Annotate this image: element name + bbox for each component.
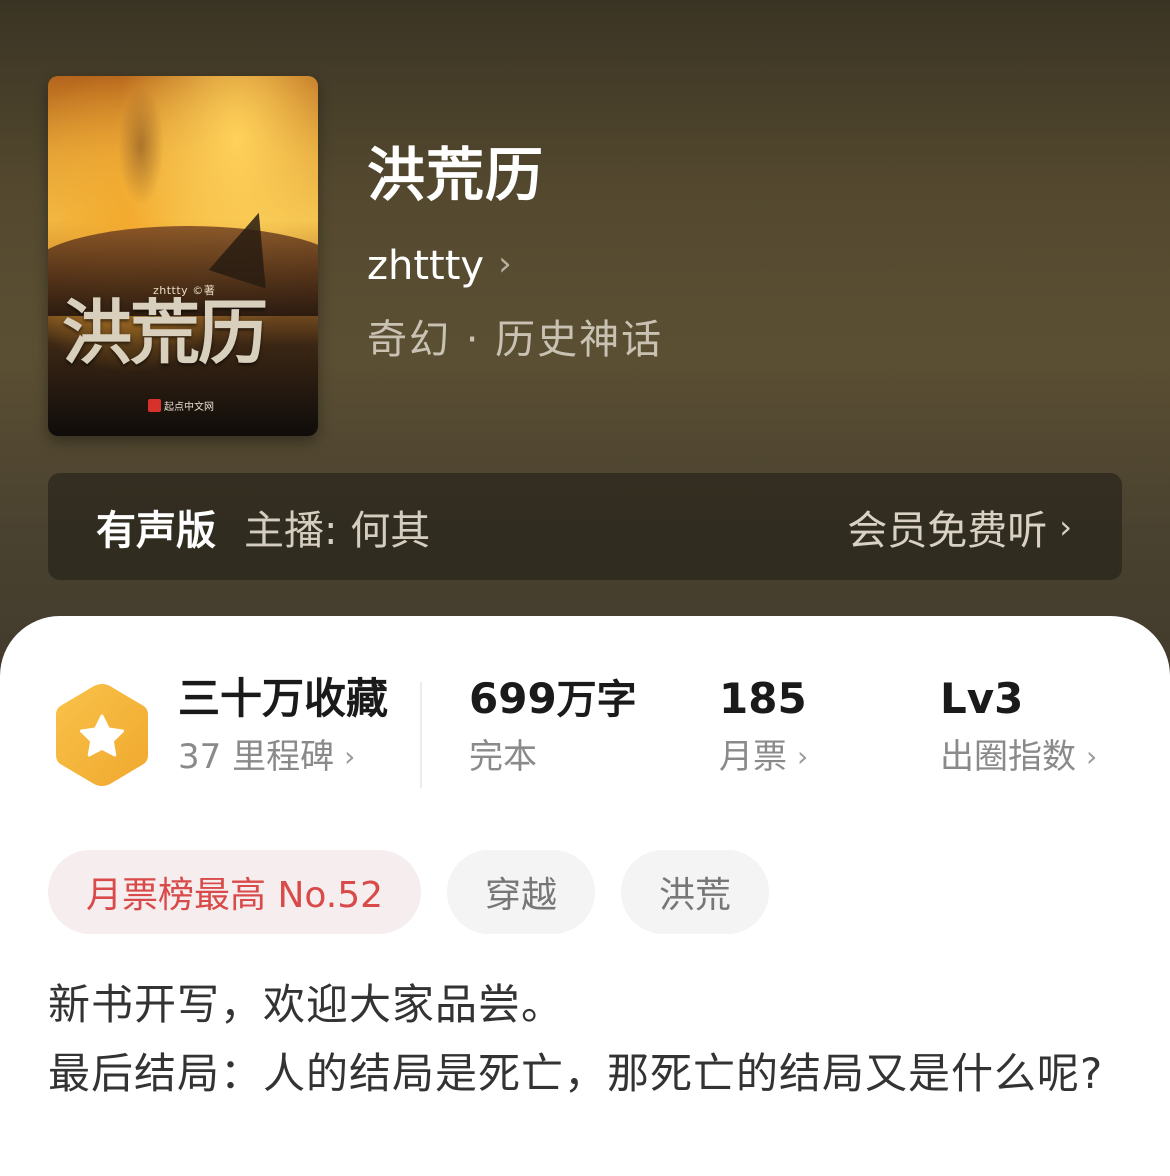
cover-publisher: 起点中文网 (148, 398, 214, 413)
book-cover[interactable]: zhttty ©著 洪荒历 起点中文网 (48, 76, 318, 436)
word-count-value: 699 (469, 674, 557, 723)
book-detail-card: 三十万收藏 37 里程碑 › 699万字 完本 185 月票 › Lv3 出圈指… (0, 616, 1170, 1176)
cover-smoke-art (118, 86, 164, 206)
tag-honghuang[interactable]: 洪荒 (621, 850, 770, 934)
stats-divider (420, 682, 422, 788)
book-title: 洪荒历 (367, 141, 545, 209)
book-genre: 奇幻 · 历史神话 (367, 317, 664, 363)
cover-title-text: 洪荒历 (62, 291, 268, 374)
monthly-ticket-stat[interactable]: 185 月票 › (719, 674, 808, 775)
cover-publisher-text: 起点中文网 (164, 402, 214, 413)
publisher-logo-icon (148, 399, 161, 412)
monthly-ticket-label: 月票 (719, 737, 787, 777)
milestone-link[interactable]: 37 里程碑 › (178, 740, 388, 774)
book-description[interactable]: 新书开写，欢迎大家品尝。 最后结局：人的结局是死亡，那死亡的结局又是什么呢? (48, 970, 1123, 1108)
member-free-listen-label: 会员免费听 (847, 507, 1048, 554)
word-count-stat: 699万字 完本 (469, 677, 637, 775)
member-free-listen-button[interactable]: 会员免费听 › (847, 473, 1072, 580)
milestone-label: 37 里程碑 (178, 737, 335, 777)
popularity-label: 出圈指数 (940, 737, 1076, 777)
author-link[interactable]: zhttty › (367, 246, 512, 286)
chevron-right-icon: › (797, 740, 809, 773)
description-line: 新书开写，欢迎大家品尝。 (48, 980, 565, 1029)
favorites-count: 三十万收藏 (178, 674, 389, 723)
tag-time-travel[interactable]: 穿越 (447, 850, 596, 934)
word-count: 699万字 (469, 677, 637, 723)
popularity-level: Lv3 (940, 674, 1024, 723)
description-line: 最后结局：人的结局是死亡，那死亡的结局又是什么呢? (48, 1049, 1104, 1098)
star-hexagon-icon (56, 684, 148, 786)
tag-rank[interactable]: 月票榜最高 No.52 (48, 850, 422, 934)
book-header: zhttty ©著 洪荒历 起点中文网 洪荒历 zhttty › 奇幻 · 历史… (0, 0, 1170, 680)
tag-list: 月票榜最高 No.52 穿越 洪荒 (48, 850, 770, 934)
popularity-link[interactable]: 出圈指数 › (940, 740, 1097, 774)
chevron-right-icon: › (498, 244, 512, 284)
chevron-right-icon: › (1059, 507, 1072, 546)
completion-status: 完本 (469, 740, 637, 774)
author-name: zhttty (367, 243, 485, 289)
audio-edition-label: 有声版 (96, 507, 216, 554)
completion-label: 完本 (469, 737, 537, 777)
popularity-stat[interactable]: Lv3 出圈指数 › (940, 674, 1097, 775)
audio-host: 主播: 何其 (244, 507, 431, 554)
stats-row: 三十万收藏 37 里程碑 › 699万字 完本 185 月票 › Lv3 出圈指… (0, 676, 1170, 796)
chevron-right-icon: › (344, 740, 356, 773)
favorites-stat[interactable]: 三十万收藏 37 里程碑 › (178, 674, 389, 775)
audio-edition-bar[interactable]: 有声版 主播: 何其 会员免费听 › (48, 473, 1122, 580)
word-count-unit: 万字 (556, 677, 637, 723)
monthly-ticket-count: 185 (719, 674, 807, 723)
chevron-right-icon: › (1086, 740, 1098, 773)
monthly-ticket-link[interactable]: 月票 › (719, 740, 808, 774)
